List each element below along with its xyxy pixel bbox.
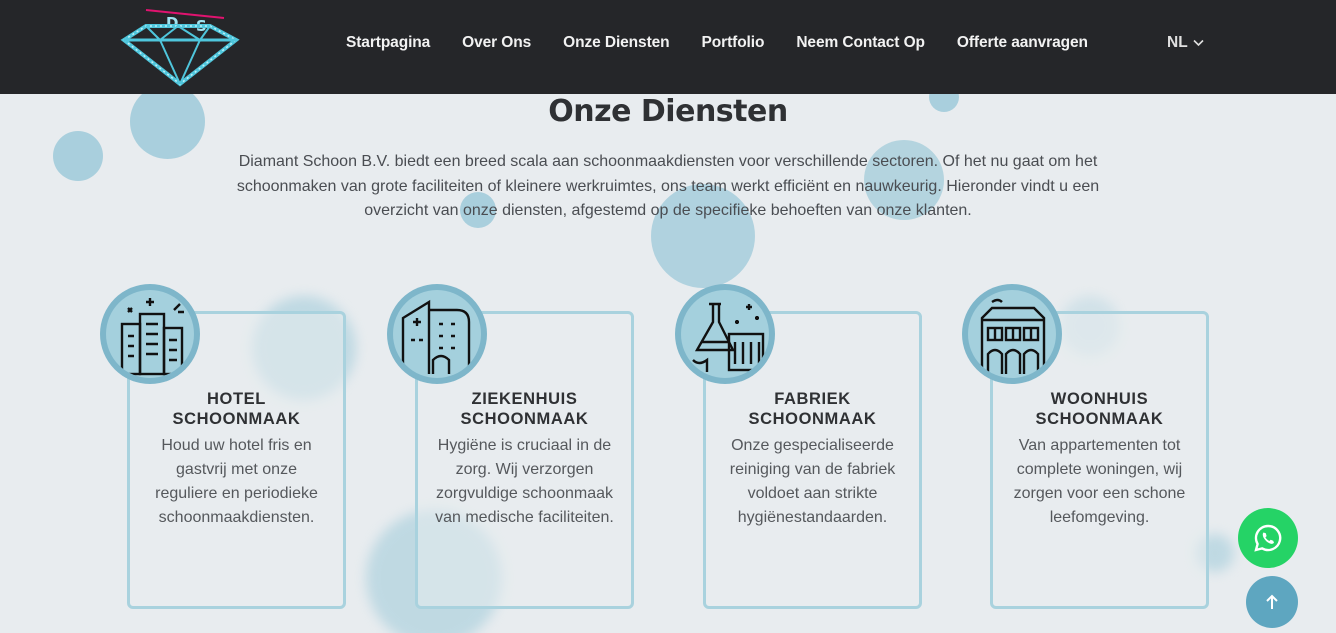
chevron-down-icon (1193, 39, 1204, 47)
service-description: Onze gespecialiseerde reiniging van de f… (729, 437, 896, 526)
service-title-line: ZIEKENHUIS (471, 390, 578, 408)
service-description: Van appartementen tot complete woningen,… (1013, 437, 1186, 526)
service-title: FABRIEK SCHOONMAAK (703, 389, 922, 429)
hospital-icon (387, 284, 487, 384)
service-title-line: SCHOONMAAK (748, 410, 877, 428)
service-title: WOONHUIS SCHOONMAAK (990, 389, 1209, 429)
site-header: D S DS Startpagina Over Ons Onze Dienste… (0, 0, 1336, 94)
nav-offerte-aanvragen[interactable]: Offerte aanvragen (957, 34, 1088, 52)
main-nav: Startpagina Over Ons Onze Diensten Portf… (346, 34, 1120, 52)
service-description: Hygiëne is cruciaal in de zorg. Wij verz… (435, 437, 614, 526)
logo[interactable]: D S DS (116, 4, 242, 90)
house-icon (962, 284, 1062, 384)
whatsapp-button[interactable] (1238, 508, 1298, 568)
service-title-line: HOTEL (207, 390, 266, 408)
hotel-icon (100, 284, 200, 384)
arrow-up-icon (1266, 594, 1278, 609)
decor-bubble (53, 131, 103, 181)
language-selector[interactable]: NL (1167, 34, 1204, 52)
scroll-to-top-button[interactable] (1246, 576, 1298, 628)
service-title-line: WOONHUIS (1050, 390, 1149, 408)
language-label: NL (1167, 34, 1188, 51)
page-title: Onze Diensten (548, 94, 788, 129)
service-title: ZIEKENHUIS SCHOONMAAK (415, 389, 634, 429)
nav-portfolio[interactable]: Portfolio (702, 34, 765, 52)
service-title: HOTEL SCHOONMAAK (127, 389, 346, 429)
whatsapp-icon (1254, 524, 1282, 552)
service-title-line: SCHOONMAAK (172, 410, 301, 428)
nav-startpagina[interactable]: Startpagina (346, 34, 430, 52)
nav-onze-diensten[interactable]: Onze Diensten (563, 34, 669, 52)
nav-neem-contact-op[interactable]: Neem Contact Op (796, 34, 925, 52)
service-title-line: SCHOONMAAK (460, 410, 589, 428)
intro-text: Diamant Schoon B.V. biedt een breed scal… (236, 153, 1100, 219)
service-title-line: SCHOONMAAK (1035, 410, 1164, 428)
service-title-line: FABRIEK (774, 390, 851, 408)
nav-over-ons[interactable]: Over Ons (462, 34, 531, 52)
factory-icon (675, 284, 775, 384)
service-description: Houd uw hotel fris en gastvrij met onze … (155, 437, 318, 526)
